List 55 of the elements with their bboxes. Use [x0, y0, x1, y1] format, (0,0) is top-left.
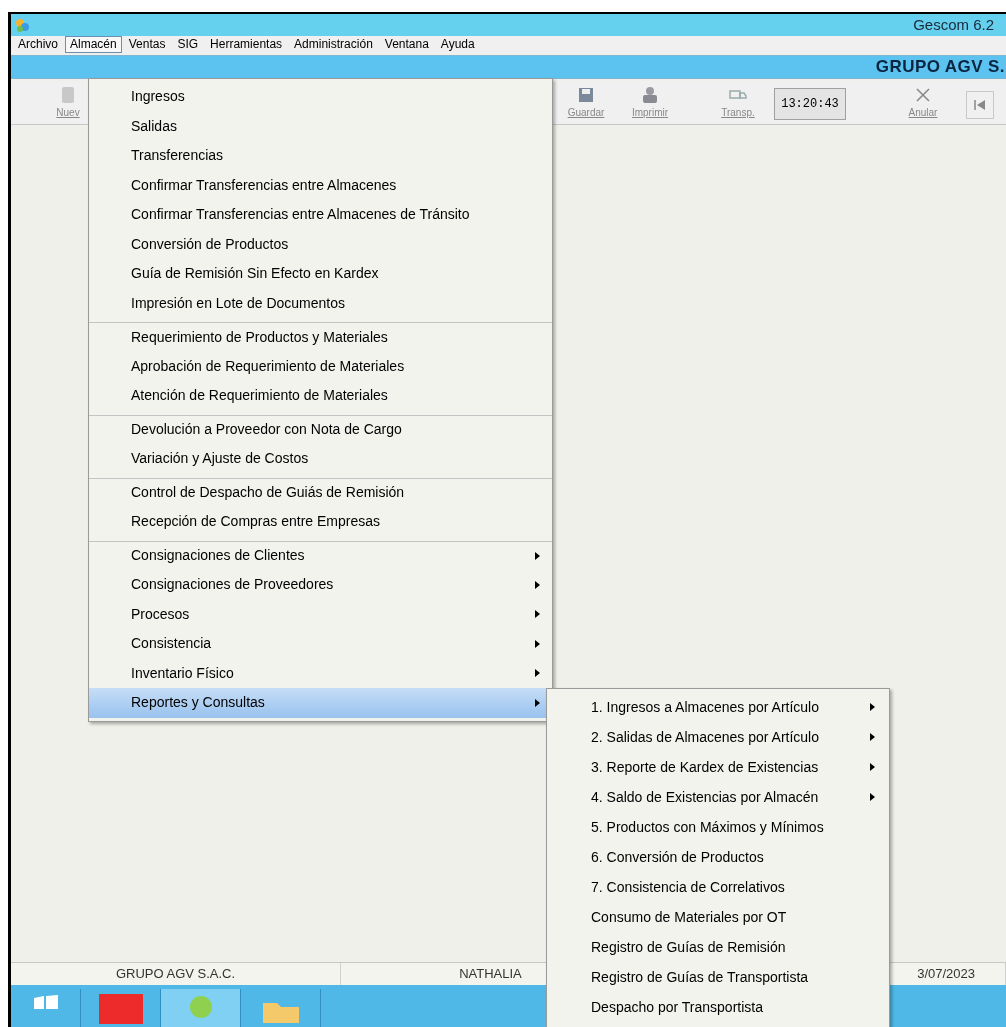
menu-option[interactable]: Consumo de Materiales por OT	[547, 902, 889, 932]
menu-option[interactable]: 6. Conversión de Productos	[547, 842, 889, 872]
menu-option[interactable]: Guía de Remisión Sin Efecto en Kardex	[89, 259, 552, 289]
menu-option[interactable]: Consistencia	[89, 629, 552, 659]
window-title: Gescom 6.2	[913, 14, 994, 35]
menu-option[interactable]: Consignaciones de Proveedores	[89, 570, 552, 600]
save-icon	[576, 85, 596, 105]
menu-option[interactable]: 7. Consistencia de Correlativos	[547, 872, 889, 902]
submenu-arrow-icon	[535, 669, 540, 678]
menu-option[interactable]: Confirmar Transferencias entre Almacenes de Tránsito	[89, 200, 552, 230]
menu-option[interactable]: 4. Saldo de Existencias por Almacén	[547, 782, 889, 812]
menu-option[interactable]: Consignaciones de Clientes	[89, 540, 552, 570]
menu-option[interactable]: Devolución a Proveedor con Nota de Cargo	[89, 414, 552, 444]
submenu-arrow-icon	[870, 793, 875, 801]
submenu-arrow-icon	[535, 580, 540, 589]
menu-option[interactable]: 3. Reporte de Kardex de Existencias	[547, 752, 889, 782]
menu-option[interactable]: Aprobación de Requerimiento de Materiales	[89, 351, 552, 381]
menu-option[interactable]: Atención de Requerimiento de Materiales	[89, 381, 552, 411]
menu-option[interactable]: Variación y Ajuste de Costos	[89, 444, 552, 474]
menu-item[interactable]: Ayuda	[435, 36, 480, 53]
menu-option[interactable]: Confirmar Transferencias entre Almacenes	[89, 170, 552, 200]
app-icon	[15, 18, 29, 32]
menu-item[interactable]: Archivo	[13, 36, 63, 53]
menu-item[interactable]: Almacén	[65, 36, 122, 53]
submenu-arrow-icon	[535, 551, 540, 560]
menu-option[interactable]: Despacho por Transportista	[547, 992, 889, 1022]
nav-button[interactable]	[966, 91, 994, 119]
menu-item[interactable]: Ventana	[379, 36, 434, 53]
submenu-arrow-icon	[870, 703, 875, 711]
windows-logo-icon	[33, 995, 58, 1009]
submenu-arrow-icon	[535, 698, 540, 707]
menu-item[interactable]: SIG	[172, 36, 204, 53]
menu-item[interactable]: Administración	[289, 36, 378, 53]
clock-display: 13:20:43	[774, 88, 846, 120]
menu-item[interactable]: Herramientas	[205, 36, 288, 53]
menu-option[interactable]: 2. Salidas de Almacenes por Artículo	[547, 722, 889, 752]
app-icon	[98, 994, 143, 1024]
menu-option[interactable]: Transferencias	[89, 141, 552, 171]
menu-option[interactable]: Registro de Guías de Remisión	[547, 932, 889, 962]
menu-option[interactable]: Control de Despacho de Guiás de Remisión	[89, 477, 552, 507]
circle-icon	[188, 995, 213, 1019]
submenu-arrow-icon	[535, 639, 540, 648]
submenu-arrow-icon	[870, 763, 875, 771]
menu-item[interactable]: Ventas	[123, 36, 171, 53]
menu-option[interactable]: Inventario Físico	[89, 658, 552, 688]
menu-option[interactable]: Impresión en Lote de Documentos	[89, 288, 552, 318]
menu-option[interactable]: Conversión de Productos	[89, 229, 552, 259]
submenu-arrow-icon	[870, 733, 875, 741]
submenu-arrow-icon	[535, 610, 540, 619]
company-name: GRUPO AGV S.	[875, 56, 1005, 79]
menu-option[interactable]: Procesos	[89, 599, 552, 629]
menu-option[interactable]: 5. Productos con Máximos y Mínimos	[547, 812, 889, 842]
menu-option[interactable]: Recepción de Compras entre Empresas	[89, 507, 552, 537]
menu-option[interactable]: Requerimiento de Productos y Materiales	[89, 322, 552, 352]
taskbar-app[interactable]	[161, 989, 241, 1027]
